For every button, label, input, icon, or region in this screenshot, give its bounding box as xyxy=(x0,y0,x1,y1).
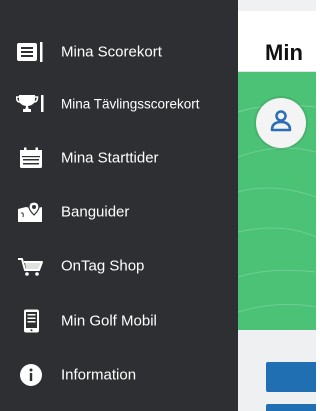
avatar[interactable] xyxy=(256,98,306,148)
menu-item-information[interactable]: Information xyxy=(0,348,238,402)
menu-item-ontag-shop[interactable]: OnTag Shop xyxy=(0,239,238,293)
user-icon xyxy=(268,108,294,139)
info-icon xyxy=(15,363,47,387)
status-strip xyxy=(238,0,316,11)
cart-icon xyxy=(15,254,47,278)
trophy-icon xyxy=(15,92,47,116)
menu-item-mina-scorekort[interactable]: Mina Scorekort xyxy=(0,25,238,79)
menu-item-label: Banguider xyxy=(61,203,130,221)
menu-item-min-golf-mobil[interactable]: Min Golf Mobil xyxy=(0,294,238,348)
page-title: Min xyxy=(265,40,303,65)
profile-banner xyxy=(238,72,316,330)
menu-item-label: OnTag Shop xyxy=(61,257,145,275)
scorecard-icon xyxy=(15,40,47,64)
menu-item-mina-tavlingsscorekort[interactable]: Mina Tävlingsscorekort xyxy=(0,77,238,131)
menu-item-label: Mina Starttider xyxy=(61,149,159,167)
action-button-2[interactable] xyxy=(266,404,316,411)
menu-item-label: Information xyxy=(61,366,137,384)
side-menu: Mina Scorekort Mina Tävlingsscorekort Mi… xyxy=(0,0,238,411)
calendar-icon xyxy=(15,146,47,170)
menu-item-mina-starttider[interactable]: Mina Starttider xyxy=(0,131,238,185)
menu-item-label: Mina Tävlingsscorekort xyxy=(61,96,200,112)
map-icon xyxy=(15,200,47,224)
menu-item-label: Mina Scorekort xyxy=(61,43,162,61)
action-button-1[interactable] xyxy=(266,362,316,392)
menu-item-label: Min Golf Mobil xyxy=(61,312,157,330)
menu-item-banguider[interactable]: Banguider xyxy=(0,185,238,239)
mobile-icon xyxy=(15,309,47,333)
